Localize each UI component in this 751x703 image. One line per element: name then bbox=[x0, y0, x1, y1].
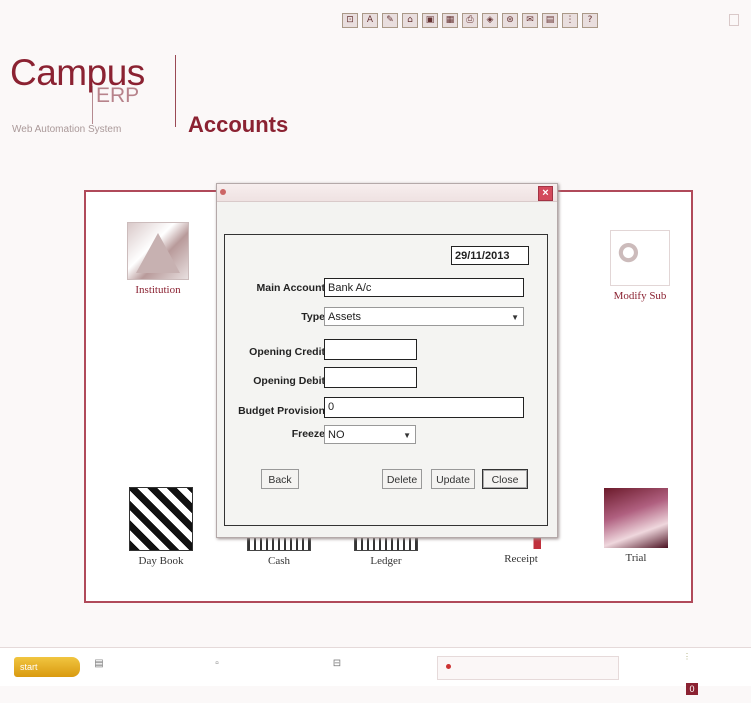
tile-institution[interactable]: Institution bbox=[118, 222, 198, 296]
quicklaunch-icon[interactable]: ▤ bbox=[92, 658, 106, 672]
highlight-icon[interactable]: ✎ bbox=[382, 12, 398, 28]
tile-cash-label: Cash bbox=[268, 555, 290, 567]
quicklaunch-icon[interactable]: ⊟ bbox=[330, 658, 344, 672]
save-icon[interactable]: ▤ bbox=[542, 12, 558, 28]
print-icon[interactable]: ⎙ bbox=[462, 12, 478, 28]
modify-sub-image bbox=[610, 230, 670, 286]
text-icon[interactable]: A bbox=[362, 12, 378, 28]
comment-icon[interactable]: ✉ bbox=[522, 12, 538, 28]
system-tray: ⋮ bbox=[683, 652, 691, 661]
institution-image bbox=[127, 222, 189, 280]
trial-image bbox=[604, 488, 668, 548]
tile-ledger-label: Ledger bbox=[370, 555, 402, 567]
type-select[interactable]: Assets ▼ bbox=[324, 307, 524, 326]
quicklaunch-icon[interactable]: ▫ bbox=[210, 658, 224, 672]
budget-provision-field[interactable]: 0 bbox=[324, 397, 524, 418]
image-icon[interactable]: ▣ bbox=[422, 12, 438, 28]
dialog-app-icon bbox=[220, 189, 226, 195]
brand-tagline: Web Automation System bbox=[12, 124, 122, 135]
opening-credit-label: Opening Credit bbox=[249, 346, 325, 358]
opening-credit-field[interactable] bbox=[324, 339, 417, 360]
tile-modify-sub[interactable]: Modify Sub bbox=[600, 230, 680, 302]
tray-badge[interactable]: 0 bbox=[686, 683, 698, 695]
table-icon[interactable]: ▦ bbox=[442, 12, 458, 28]
close-button[interactable]: Close bbox=[482, 469, 528, 489]
brand-divider-small bbox=[92, 86, 93, 124]
opening-debit-field[interactable] bbox=[324, 367, 417, 388]
stamp-icon[interactable]: ⌂ bbox=[402, 12, 418, 28]
module-title: Accounts bbox=[188, 112, 289, 137]
main-account-field[interactable]: Bank A/c bbox=[324, 278, 524, 297]
brand-suffix: ERP bbox=[96, 84, 140, 107]
freeze-select-value: NO bbox=[328, 429, 345, 441]
link-icon[interactable]: ⊛ bbox=[502, 12, 518, 28]
grid-icon[interactable]: ⋮ bbox=[562, 12, 578, 28]
tile-institution-label: Institution bbox=[135, 284, 181, 296]
opening-debit-label: Opening Debit bbox=[253, 375, 325, 387]
dialog-titlebar[interactable]: × bbox=[217, 184, 557, 202]
top-toolbar: ⊡ A ✎ ⌂ ▣ ▦ ⎙ ◈ ⊛ ✉ ▤ ⋮? bbox=[342, 11, 598, 29]
day-book-image bbox=[129, 487, 193, 551]
tile-modify-sub-label: Modify Sub bbox=[613, 290, 667, 302]
tile-receipt-label: Receipt bbox=[504, 553, 538, 565]
taskbar: start ▤ ▫ ⊟ ⋮ bbox=[0, 647, 751, 686]
tile-day-book-label: Day Book bbox=[138, 555, 184, 567]
taskbar-window-item[interactable] bbox=[437, 656, 619, 680]
budget-provision-label: Budget Provision bbox=[238, 405, 325, 417]
select-icon[interactable]: ⊡ bbox=[342, 12, 358, 28]
type-label: Type bbox=[301, 311, 325, 323]
back-button[interactable]: Back bbox=[261, 469, 299, 489]
account-dialog: × 29/11/2013 Main Account Bank A/c Type … bbox=[216, 183, 558, 538]
delete-button[interactable]: Delete bbox=[382, 469, 422, 489]
brand-divider bbox=[175, 55, 176, 127]
freeze-select[interactable]: NO ▼ bbox=[324, 425, 416, 444]
update-button[interactable]: Update bbox=[431, 469, 475, 489]
tile-day-book[interactable]: Day Book bbox=[121, 487, 201, 567]
start-button[interactable]: start bbox=[14, 657, 80, 677]
help-icon[interactable]: ? bbox=[582, 12, 598, 28]
main-account-label: Main Account bbox=[256, 282, 325, 294]
close-icon[interactable]: × bbox=[538, 186, 553, 201]
dialog-form: 29/11/2013 Main Account Bank A/c Type As… bbox=[224, 234, 548, 526]
shapes-icon[interactable]: ◈ bbox=[482, 12, 498, 28]
tile-trial[interactable]: Trial bbox=[596, 488, 676, 564]
chevron-down-icon[interactable]: ▼ bbox=[403, 426, 411, 445]
freeze-label: Freeze bbox=[291, 428, 325, 440]
type-select-value: Assets bbox=[328, 311, 362, 323]
date-field[interactable]: 29/11/2013 bbox=[451, 246, 529, 265]
tile-trial-label: Trial bbox=[625, 552, 647, 564]
chevron-down-icon[interactable]: ▼ bbox=[511, 308, 519, 327]
toolbar-edge bbox=[729, 14, 739, 26]
